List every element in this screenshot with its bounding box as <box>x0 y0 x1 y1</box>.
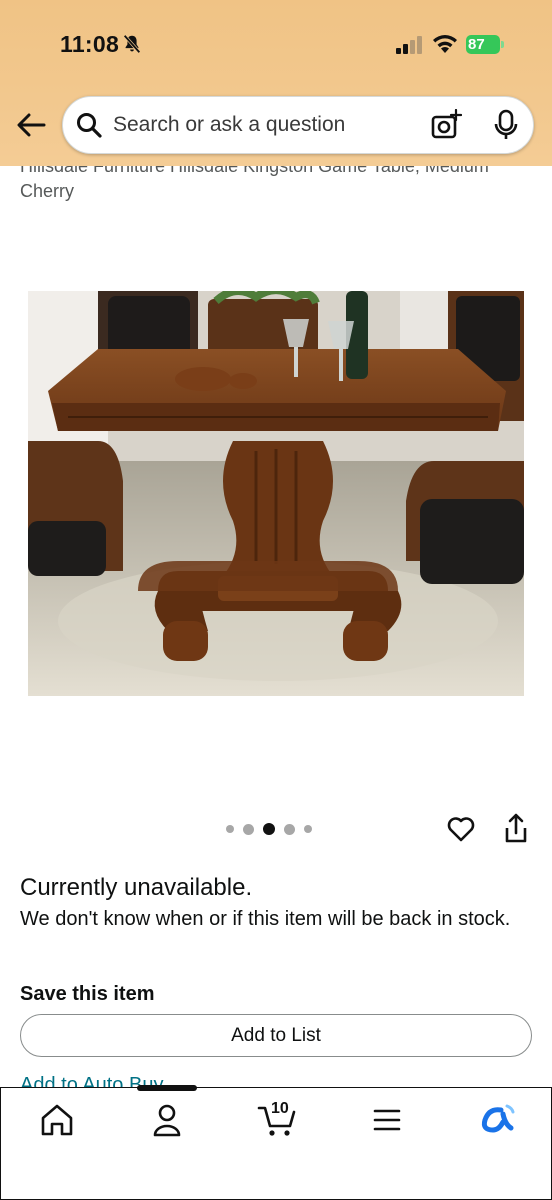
wifi-icon <box>433 35 457 53</box>
carousel-dot-active[interactable] <box>263 823 275 835</box>
microphone-icon[interactable] <box>491 109 521 141</box>
camera-search-icon[interactable] <box>430 109 462 141</box>
home-indicator <box>137 1085 197 1091</box>
search-icon <box>77 113 102 138</box>
availability-message: We don't know when or if this item will … <box>20 908 511 930</box>
cellular-signal-icon <box>396 36 422 54</box>
battery-indicator: 87 <box>466 35 506 55</box>
carousel-dot[interactable] <box>226 825 234 833</box>
save-heading: Save this item <box>20 983 155 1005</box>
silent-bell-icon <box>123 34 141 54</box>
search-bar[interactable] <box>62 96 534 154</box>
add-to-list-button[interactable]: Add to List <box>20 1014 532 1057</box>
image-carousel-dots[interactable] <box>226 822 312 836</box>
share-icon[interactable] <box>503 812 529 844</box>
search-input[interactable] <box>113 109 413 141</box>
menu-icon[interactable] <box>367 1102 407 1138</box>
heart-icon[interactable] <box>446 814 476 844</box>
bottom-tab-bar: 10 <box>0 1085 552 1200</box>
account-icon[interactable] <box>147 1102 187 1138</box>
carousel-dot[interactable] <box>243 823 254 835</box>
battery-tip <box>501 41 504 48</box>
carousel-dot[interactable] <box>284 823 295 835</box>
battery-level: 87 <box>468 36 485 53</box>
status-bar: 11:08 87 <box>0 0 552 90</box>
product-image[interactable] <box>28 291 524 696</box>
header: 11:08 87 <box>0 0 552 166</box>
back-arrow-icon[interactable] <box>14 110 48 140</box>
cart-icon[interactable] <box>257 1102 297 1138</box>
rufus-icon[interactable] <box>477 1102 517 1138</box>
home-icon[interactable] <box>37 1102 77 1138</box>
clock: 11:08 <box>60 31 120 57</box>
carousel-dot[interactable] <box>304 825 312 833</box>
availability-status: Currently unavailable. <box>20 874 253 901</box>
